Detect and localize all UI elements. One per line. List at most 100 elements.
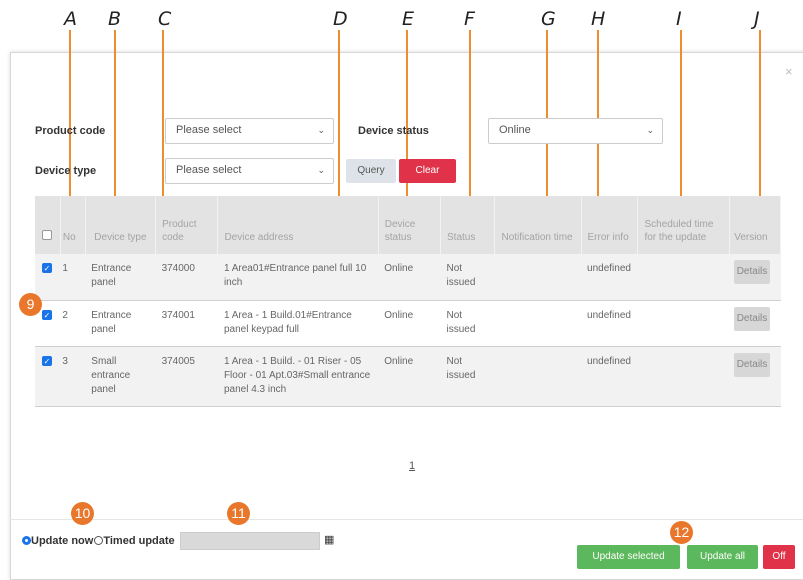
cell-version: Details xyxy=(729,300,781,347)
update-now-radio[interactable] xyxy=(22,536,31,545)
chevron-down-icon: ⌄ xyxy=(646,125,654,135)
callout-badge-10: 10 xyxy=(71,502,94,525)
update-mode-group: Update now Timed update xyxy=(22,535,175,547)
header-device-address: Device address xyxy=(217,196,379,254)
pagination-page-1[interactable]: 1 xyxy=(409,460,415,472)
cell-error-info: undefined xyxy=(581,346,638,407)
cell-no: 1 xyxy=(60,254,86,301)
cell-device-status: Online xyxy=(378,300,441,347)
details-button[interactable]: Details xyxy=(733,306,771,331)
header-device-type: Device type xyxy=(85,196,157,254)
cell-device-status: Online xyxy=(378,346,441,407)
device-type-select[interactable]: Please select ⌄ xyxy=(165,158,334,184)
product-code-value: Please select xyxy=(176,124,242,136)
header-error-info: Error info xyxy=(581,196,639,254)
clear-button[interactable]: Clear xyxy=(399,159,456,183)
device-table: No Device type Product code Device addre… xyxy=(35,196,781,407)
leader-line-c xyxy=(162,30,164,208)
callout-badge-9: 9 xyxy=(19,293,42,316)
device-type-value: Please select xyxy=(176,164,242,176)
cell-product-code: 374000 xyxy=(155,254,218,301)
timed-update-label[interactable]: Timed update xyxy=(103,535,174,547)
cell-no: 2 xyxy=(60,300,86,347)
close-icon[interactable]: × xyxy=(785,64,793,79)
column-letter-j: J xyxy=(754,8,760,30)
leader-line-j xyxy=(759,30,761,208)
cell-device-type: Small entrance panel xyxy=(85,346,156,407)
update-now-label[interactable]: Update now xyxy=(31,535,93,547)
row-checkbox-cell: ✓ xyxy=(35,254,61,301)
callout-badge-11: 11 xyxy=(227,502,250,525)
header-no: No xyxy=(60,196,86,254)
cell-notification-time xyxy=(494,346,582,407)
header-device-status: Device status xyxy=(378,196,442,254)
cell-scheduled-time xyxy=(637,300,730,347)
table-row[interactable]: ✓ 1 Entrance panel 374000 1 Area01#Entra… xyxy=(35,254,781,301)
chevron-down-icon: ⌄ xyxy=(317,125,325,135)
update-selected-button[interactable]: Update selected xyxy=(577,545,680,569)
product-code-select[interactable]: Please select ⌄ xyxy=(165,118,334,144)
header-status: Status xyxy=(440,196,496,254)
leader-line-d xyxy=(338,30,340,208)
column-letter-h: H xyxy=(591,8,606,30)
cell-no: 3 xyxy=(60,346,86,407)
details-button[interactable]: Details xyxy=(733,352,771,377)
row-checkbox-cell: ✓ xyxy=(35,346,61,407)
cell-device-type: Entrance panel xyxy=(85,254,156,301)
cell-scheduled-time xyxy=(637,254,730,301)
timed-update-input[interactable] xyxy=(180,532,320,550)
cell-product-code: 374005 xyxy=(155,346,218,407)
device-status-value: Online xyxy=(499,124,531,136)
cell-device-address: 1 Area - 1 Build. - 01 Riser - 05 Floor … xyxy=(217,346,379,407)
row-checkbox[interactable]: ✓ xyxy=(42,355,52,366)
column-letter-b: B xyxy=(108,8,122,30)
device-type-label: Device type xyxy=(35,165,97,177)
chevron-down-icon: ⌄ xyxy=(317,165,325,175)
cell-device-address: 1 Area01#Entrance panel full 10 inch xyxy=(217,254,379,301)
column-letter-d: D xyxy=(333,8,348,30)
update-all-button[interactable]: Update all xyxy=(687,545,758,569)
cell-version: Details xyxy=(729,254,781,301)
column-letter-g: G xyxy=(541,8,556,30)
column-letter-e: E xyxy=(402,8,415,30)
header-product-code: Product code xyxy=(155,196,219,254)
cell-notification-time xyxy=(494,300,582,347)
cell-status: Not issued xyxy=(440,254,495,301)
query-button[interactable]: Query xyxy=(346,159,396,183)
calendar-icon[interactable]: ▦ xyxy=(324,533,334,546)
column-letter-c: C xyxy=(158,8,172,30)
details-button[interactable]: Details xyxy=(733,260,771,284)
row-checkbox[interactable]: ✓ xyxy=(42,309,52,320)
cell-device-status: Online xyxy=(378,254,441,301)
cell-error-info: undefined xyxy=(581,300,638,347)
cell-error-info: undefined xyxy=(581,254,638,301)
cell-device-type: Entrance panel xyxy=(85,300,156,347)
select-all-checkbox[interactable] xyxy=(42,230,52,240)
device-status-select[interactable]: Online ⌄ xyxy=(488,118,663,144)
device-status-label: Device status xyxy=(358,125,429,137)
cell-scheduled-time xyxy=(637,346,730,407)
callout-badge-12: 12 xyxy=(670,521,693,544)
header-version: Version xyxy=(729,196,781,254)
table-row[interactable]: ✓ 2 Entrance panel 374001 1 Area - 1 Bui… xyxy=(35,300,781,347)
row-checkbox[interactable]: ✓ xyxy=(42,263,52,273)
product-code-label: Product code xyxy=(35,125,106,137)
table-row[interactable]: ✓ 3 Small entrance panel 374005 1 Area -… xyxy=(35,346,781,407)
column-letter-i: I xyxy=(676,8,682,30)
cell-product-code: 374001 xyxy=(155,300,218,347)
cell-status: Not issued xyxy=(440,346,495,407)
cell-notification-time xyxy=(494,254,582,301)
leader-line-i xyxy=(680,30,682,208)
timed-update-radio[interactable] xyxy=(94,536,104,545)
table-header-row: No Device type Product code Device addre… xyxy=(35,196,781,254)
column-letter-a: A xyxy=(64,8,77,30)
footer-divider xyxy=(10,519,803,520)
off-button[interactable]: Off xyxy=(763,545,795,569)
cell-device-address: 1 Area - 1 Build.01#Entrance panel keypa… xyxy=(217,300,379,347)
cell-version: Details xyxy=(729,346,781,407)
column-letter-f: F xyxy=(464,8,475,30)
header-scheduled-time: Scheduled time for the update xyxy=(637,196,731,254)
header-notification-time: Notification time xyxy=(494,196,582,254)
leader-line-f xyxy=(469,30,471,208)
select-all-cell xyxy=(35,196,61,254)
